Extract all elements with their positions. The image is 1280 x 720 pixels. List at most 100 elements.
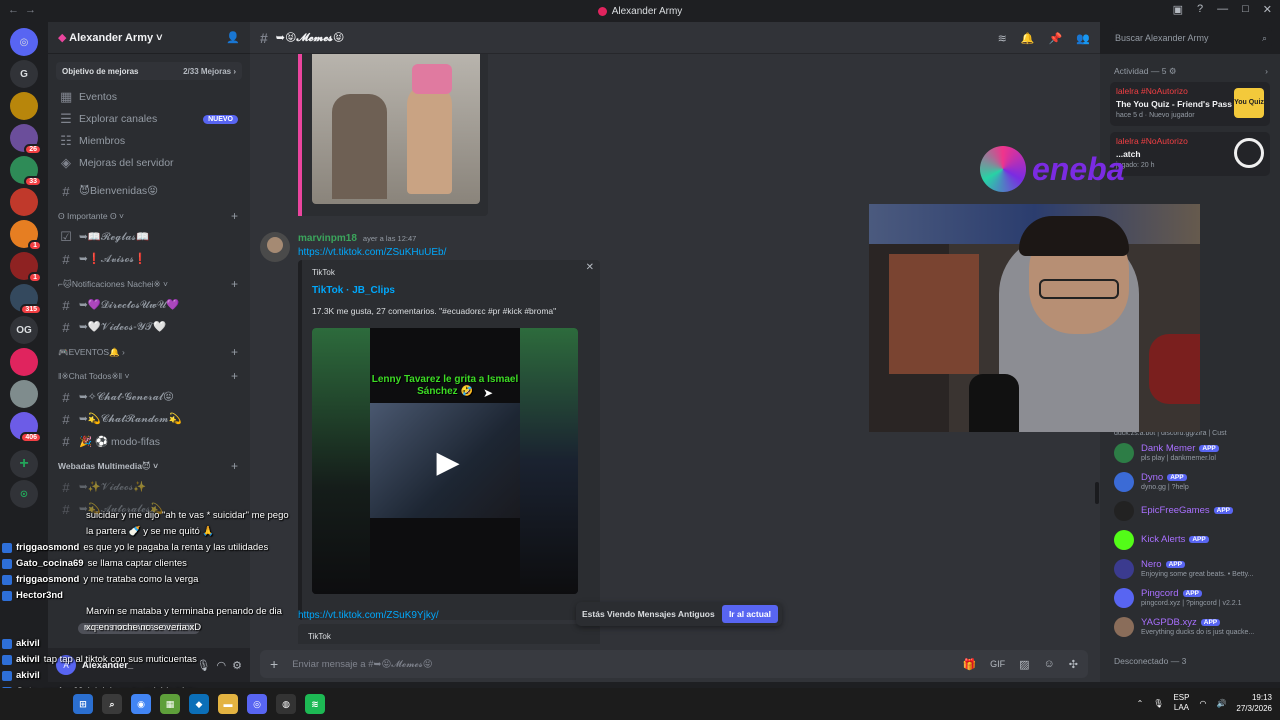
nav-members[interactable]: ☷ Miembros bbox=[48, 130, 250, 152]
video-player[interactable]: Lenny Tavarez le grita a Ismael Sánchez … bbox=[312, 328, 578, 594]
maximize-icon[interactable]: □ bbox=[1242, 3, 1249, 16]
mic-tray-icon[interactable]: 🎙 bbox=[1153, 699, 1163, 708]
member-row[interactable]: Dyno APP dyno.gg | ?help bbox=[1100, 467, 1280, 496]
add-channel-icon[interactable]: + bbox=[231, 277, 238, 291]
folder-icon[interactable]: ▬ bbox=[218, 694, 238, 714]
channel-reglas[interactable]: ☑ ➥📖𝓡𝓮𝓰𝓵𝓪𝓼📖 bbox=[48, 226, 250, 248]
search-box[interactable]: Buscar Alexander Army ⌕ bbox=[1110, 28, 1272, 48]
server-header[interactable]: ◆ Alexander Army ˅ 👤 bbox=[48, 22, 250, 54]
mention-badge: 33 bbox=[24, 176, 42, 187]
server-icon[interactable]: 406 bbox=[10, 412, 42, 443]
channel-videos-yt[interactable]: # ➥🤍𝓥𝓲𝓭𝓮𝓸𝓼-𝓨𝓣🤍 bbox=[48, 316, 250, 338]
close-icon[interactable]: ✕ bbox=[586, 262, 594, 273]
nav-browse-channels[interactable]: ☰ Explorar canales NUEVO bbox=[48, 108, 250, 130]
start-icon[interactable]: ⊞ bbox=[73, 694, 93, 714]
add-channel-icon[interactable]: + bbox=[231, 345, 238, 359]
server-icon[interactable]: G bbox=[10, 60, 38, 88]
sticker-icon[interactable]: ▨ bbox=[1019, 658, 1029, 671]
channel-bienvenidas[interactable]: # 😈Bienvenidas😝 bbox=[48, 180, 250, 202]
channel-videos[interactable]: # ➥✨𝓥𝓲𝓭𝓮𝓸𝓼✨ bbox=[48, 476, 250, 498]
server-icon[interactable] bbox=[10, 188, 38, 216]
boost-goal[interactable]: Objetivo de mejoras 2/33 Mejoras › bbox=[56, 62, 242, 80]
minimize-icon[interactable]: — bbox=[1217, 3, 1228, 16]
scrollbar[interactable] bbox=[1095, 482, 1099, 504]
add-member-icon[interactable]: 👤 bbox=[226, 31, 240, 44]
add-channel-icon[interactable]: + bbox=[231, 369, 238, 383]
category-eventos[interactable]: 🎮EVENTOS🔔 › + bbox=[48, 342, 250, 362]
chrome-icon[interactable]: ◉ bbox=[131, 694, 151, 714]
embed-provider: TikTok bbox=[312, 268, 335, 277]
activity-card[interactable]: lalelra #NoAutorizo The You Quiz - Frien… bbox=[1110, 82, 1270, 126]
activity-card[interactable]: lalelra #NoAutorizo ...atch jugado: 20 h bbox=[1110, 132, 1270, 176]
server-icon[interactable] bbox=[10, 348, 38, 376]
clock[interactable]: 19:13 27/3/2026 bbox=[1236, 692, 1272, 714]
gift-icon[interactable]: 🎁 bbox=[962, 658, 976, 671]
discord-icon[interactable]: ◎ bbox=[247, 694, 267, 714]
server-icon[interactable]: 26 bbox=[10, 124, 42, 155]
bell-icon[interactable]: 🔔 bbox=[1021, 32, 1035, 45]
member-row[interactable]: EpicFreeGames APP bbox=[1100, 496, 1280, 525]
channel-avisos[interactable]: # ➥❗𝓐𝓿𝓲𝓼𝓸𝓼❗ bbox=[48, 248, 250, 270]
avatar[interactable] bbox=[260, 232, 290, 262]
server-icon[interactable] bbox=[10, 380, 38, 408]
message-input[interactable]: Enviar mensaje a #➥😝𝓜𝓮𝓶𝓮𝓼😝 bbox=[292, 659, 948, 670]
chevron-right-icon[interactable]: › bbox=[1265, 66, 1268, 76]
apps-icon[interactable]: ✣ bbox=[1069, 658, 1078, 671]
channel-directos[interactable]: # ➥💜𝓓𝓲𝓻𝓮𝓬𝓽𝓸𝓼𝓤𝔀𝓤💜 bbox=[48, 294, 250, 316]
close-icon[interactable]: ✕ bbox=[1263, 3, 1272, 16]
jump-to-present-button[interactable]: Ir al actual bbox=[721, 605, 778, 623]
search-taskbar-icon[interactable]: ⌕ bbox=[102, 694, 122, 714]
add-channel-icon[interactable]: + bbox=[231, 459, 238, 473]
nav-boosts[interactable]: ◈ Mejoras del servidor bbox=[48, 152, 250, 174]
spotify-icon[interactable]: ≋ bbox=[305, 694, 325, 714]
member-row[interactable]: Kick Alerts APP bbox=[1100, 525, 1280, 554]
category-notificaciones[interactable]: ⌐🐱Notificaciones Nachei※ ˅ + bbox=[48, 274, 250, 294]
chat-text: se llama captar clientes bbox=[87, 558, 187, 569]
search-input[interactable]: Buscar Alexander Army bbox=[1115, 33, 1209, 43]
tray-chevron-icon[interactable]: ⌃ bbox=[1137, 699, 1144, 708]
gif-icon[interactable]: GIF bbox=[990, 659, 1005, 669]
wifi-icon[interactable]: ◠ bbox=[1199, 699, 1206, 708]
discover-icon[interactable]: ⊙ bbox=[10, 480, 38, 508]
server-icon[interactable]: 1 bbox=[10, 220, 42, 251]
threads-icon[interactable]: ≋ bbox=[998, 32, 1007, 45]
server-icon[interactable]: 315 bbox=[10, 284, 42, 315]
message-author[interactable]: marvinpm18 bbox=[298, 233, 357, 244]
category-webadas[interactable]: Webadas Multimedia😈 ˅ + bbox=[48, 456, 250, 476]
member-row[interactable]: Nero APP Enjoying some great beats. • Bett… bbox=[1100, 554, 1280, 583]
server-icon[interactable] bbox=[10, 92, 38, 120]
add-server-icon[interactable]: + bbox=[10, 450, 38, 478]
category-importante[interactable]: ʘ Importante ʘ ˅ + bbox=[48, 206, 250, 226]
message-link[interactable]: https://vt.tiktok.com/ZSuKHuUEb/ bbox=[298, 247, 446, 258]
member-row[interactable]: Pingcord APP pingcord.xyz | ?pingcord | v2… bbox=[1100, 583, 1280, 612]
server-icon[interactable]: 1 bbox=[10, 252, 42, 283]
language-indicator[interactable]: ESP LAA bbox=[1173, 693, 1189, 713]
channel-modo-fifas[interactable]: # 🎉 ⚽ modo-fifas bbox=[48, 430, 250, 452]
help-icon[interactable]: ? bbox=[1197, 3, 1203, 16]
channel-chat-random[interactable]: # ➥💫𝓒𝓱𝓪𝓽𝓡𝓪𝓷𝓭𝓸𝓶💫 bbox=[48, 408, 250, 430]
previous-video-thumbnail[interactable] bbox=[312, 54, 480, 204]
vscode-icon[interactable]: ◆ bbox=[189, 694, 209, 714]
member-row[interactable]: YAGPDB.xyz APP Everything ducks do is just… bbox=[1100, 612, 1280, 641]
chat-user: Hector3nd bbox=[16, 590, 63, 601]
member-row[interactable]: Dank Memer APP pls play | dankmemer.lol bbox=[1100, 438, 1280, 467]
embed-title[interactable]: TikTok · JB_Clips bbox=[312, 285, 395, 296]
member-list-icon[interactable]: 👥 bbox=[1076, 32, 1090, 45]
avatar bbox=[1114, 500, 1134, 521]
emoji-icon[interactable]: ☺ bbox=[1044, 658, 1055, 670]
volume-icon[interactable]: 🔊 bbox=[1216, 699, 1226, 708]
discord-home-icon[interactable]: ◎ bbox=[10, 28, 38, 56]
pin-icon[interactable]: 📌 bbox=[1049, 32, 1063, 45]
add-channel-icon[interactable]: + bbox=[231, 209, 238, 223]
nav-events[interactable]: ▦ Eventos bbox=[48, 86, 250, 108]
obs-icon[interactable]: ◍ bbox=[276, 694, 296, 714]
server-icon[interactable]: OG bbox=[10, 316, 38, 344]
server-icon[interactable]: 33 bbox=[10, 156, 42, 187]
message-composer[interactable]: + Enviar mensaje a #➥😝𝓜𝓮𝓶𝓮𝓼😝 🎁 GIF ▨ ☺ ✣ bbox=[260, 650, 1088, 678]
category-chat[interactable]: ‖※Chat Todos※‖ ˅ + bbox=[48, 366, 250, 386]
inbox-icon[interactable]: ▣ bbox=[1173, 3, 1183, 16]
channel-chat-general[interactable]: # ➥✧𝓒𝓱𝓪𝓽-𝓖𝓮𝓷𝓮𝓻𝓪𝓵😝 bbox=[48, 386, 250, 408]
app-icon[interactable]: ▦ bbox=[160, 694, 180, 714]
nav-arrows[interactable]: ←→ bbox=[8, 4, 42, 16]
play-icon[interactable]: ▶ bbox=[430, 444, 466, 480]
